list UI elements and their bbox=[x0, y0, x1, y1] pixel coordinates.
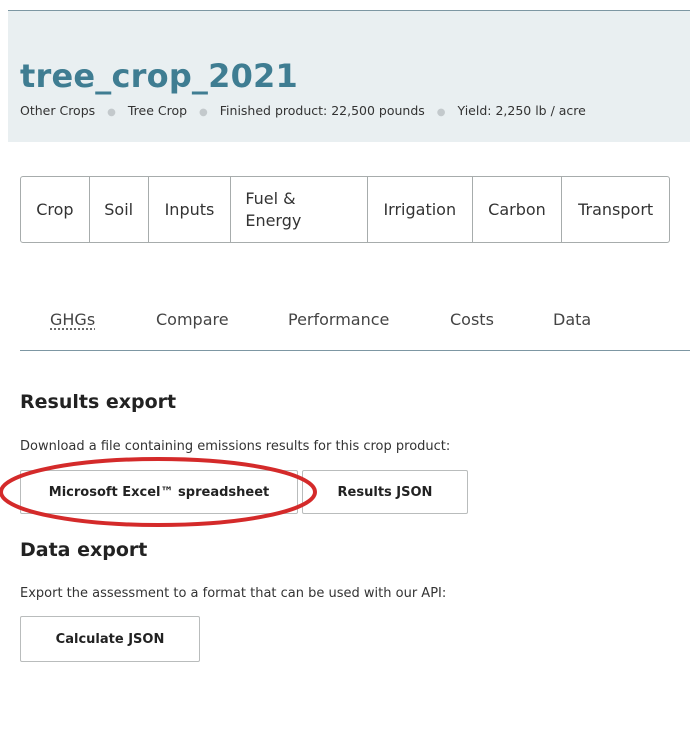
data-export-description: Export the assessment to a format that c… bbox=[20, 586, 447, 601]
tab-irrigation[interactable]: Irrigation bbox=[368, 177, 473, 242]
tab-soil[interactable]: Soil bbox=[90, 177, 149, 242]
tab-carbon[interactable]: Carbon bbox=[473, 177, 563, 242]
separator-dot: ● bbox=[199, 107, 208, 118]
crop-type: Tree Crop bbox=[127, 103, 188, 118]
tab-data[interactable]: Data bbox=[553, 310, 591, 329]
assessment-header: tree_crop_2021 Other Crops ● Tree Crop ●… bbox=[8, 10, 690, 142]
tab-crop[interactable]: Crop bbox=[21, 177, 90, 242]
input-tabs: Crop Soil Inputs Fuel & Energy Irrigatio… bbox=[20, 176, 670, 243]
tab-ghgs[interactable]: GHGs bbox=[50, 310, 95, 329]
tab-transport[interactable]: Transport bbox=[562, 177, 669, 242]
results-json-button[interactable]: Results JSON bbox=[302, 470, 468, 514]
tab-costs[interactable]: Costs bbox=[450, 310, 494, 329]
results-export-heading: Results export bbox=[20, 391, 177, 413]
tab-fuel-energy[interactable]: Fuel & Energy bbox=[231, 177, 368, 242]
tab-inputs[interactable]: Inputs bbox=[149, 177, 232, 242]
results-export-description: Download a file containing emissions res… bbox=[20, 439, 451, 454]
crop-category: Other Crops bbox=[20, 103, 96, 118]
excel-export-button[interactable]: Microsoft Excel™ spreadsheet bbox=[20, 470, 298, 514]
finished-product: Finished product: 22,500 pounds bbox=[219, 103, 425, 118]
assessment-meta: Other Crops ● Tree Crop ● Finished produ… bbox=[20, 103, 586, 118]
separator-dot: ● bbox=[107, 107, 116, 118]
calculate-json-button[interactable]: Calculate JSON bbox=[20, 616, 200, 662]
result-tabs: GHGs Compare Performance Costs Data bbox=[20, 300, 690, 351]
data-export-heading: Data export bbox=[20, 539, 148, 561]
page-title: tree_crop_2021 bbox=[20, 57, 298, 95]
tab-compare[interactable]: Compare bbox=[156, 310, 229, 329]
separator-dot: ● bbox=[436, 107, 446, 118]
tab-performance[interactable]: Performance bbox=[288, 310, 389, 329]
yield-value: Yield: 2,250 lb / acre bbox=[457, 103, 586, 118]
